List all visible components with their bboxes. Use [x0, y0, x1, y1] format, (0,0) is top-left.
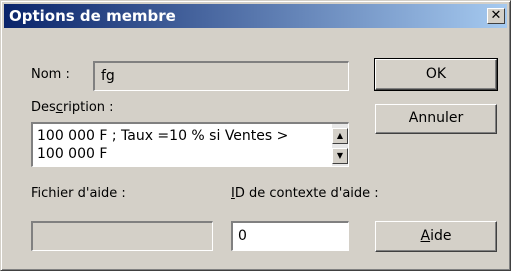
description-line: 100 000 F — [37, 146, 108, 162]
scroll-down-icon[interactable]: ▼ — [332, 148, 348, 164]
description-line: 100 000 F ; Taux =10 % si Ventes > — [37, 128, 289, 144]
description-text: 100 000 F ; Taux =10 % si Ventes > 100 0… — [37, 127, 330, 163]
help-button[interactable]: Aide — [375, 221, 497, 252]
context-id-value: 0 — [238, 228, 247, 244]
close-icon[interactable]: ✕ — [487, 8, 505, 24]
member-options-dialog: Options de membre ✕ Nom : fg Description… — [0, 0, 511, 271]
scroll-up-icon[interactable]: ▲ — [332, 128, 348, 144]
ok-button[interactable]: OK — [374, 58, 498, 91]
title-bar[interactable]: Options de membre ✕ — [4, 4, 507, 28]
cancel-button[interactable]: Annuler — [375, 104, 497, 134]
context-id-input[interactable]: 0 — [231, 221, 349, 251]
name-label: Nom : — [31, 67, 70, 82]
help-file-field — [31, 221, 213, 251]
help-file-label: Fichier d'aide : — [31, 186, 126, 201]
name-value: fg — [101, 68, 115, 84]
window-title: Options de membre — [9, 7, 176, 25]
description-label: Description : — [31, 100, 114, 115]
description-scrollbar[interactable]: ▲ ▼ — [332, 124, 348, 166]
context-id-label: ID de contexte d'aide : — [231, 186, 379, 201]
name-field: fg — [93, 61, 349, 91]
description-textarea[interactable]: 100 000 F ; Taux =10 % si Ventes > 100 0… — [31, 122, 349, 167]
